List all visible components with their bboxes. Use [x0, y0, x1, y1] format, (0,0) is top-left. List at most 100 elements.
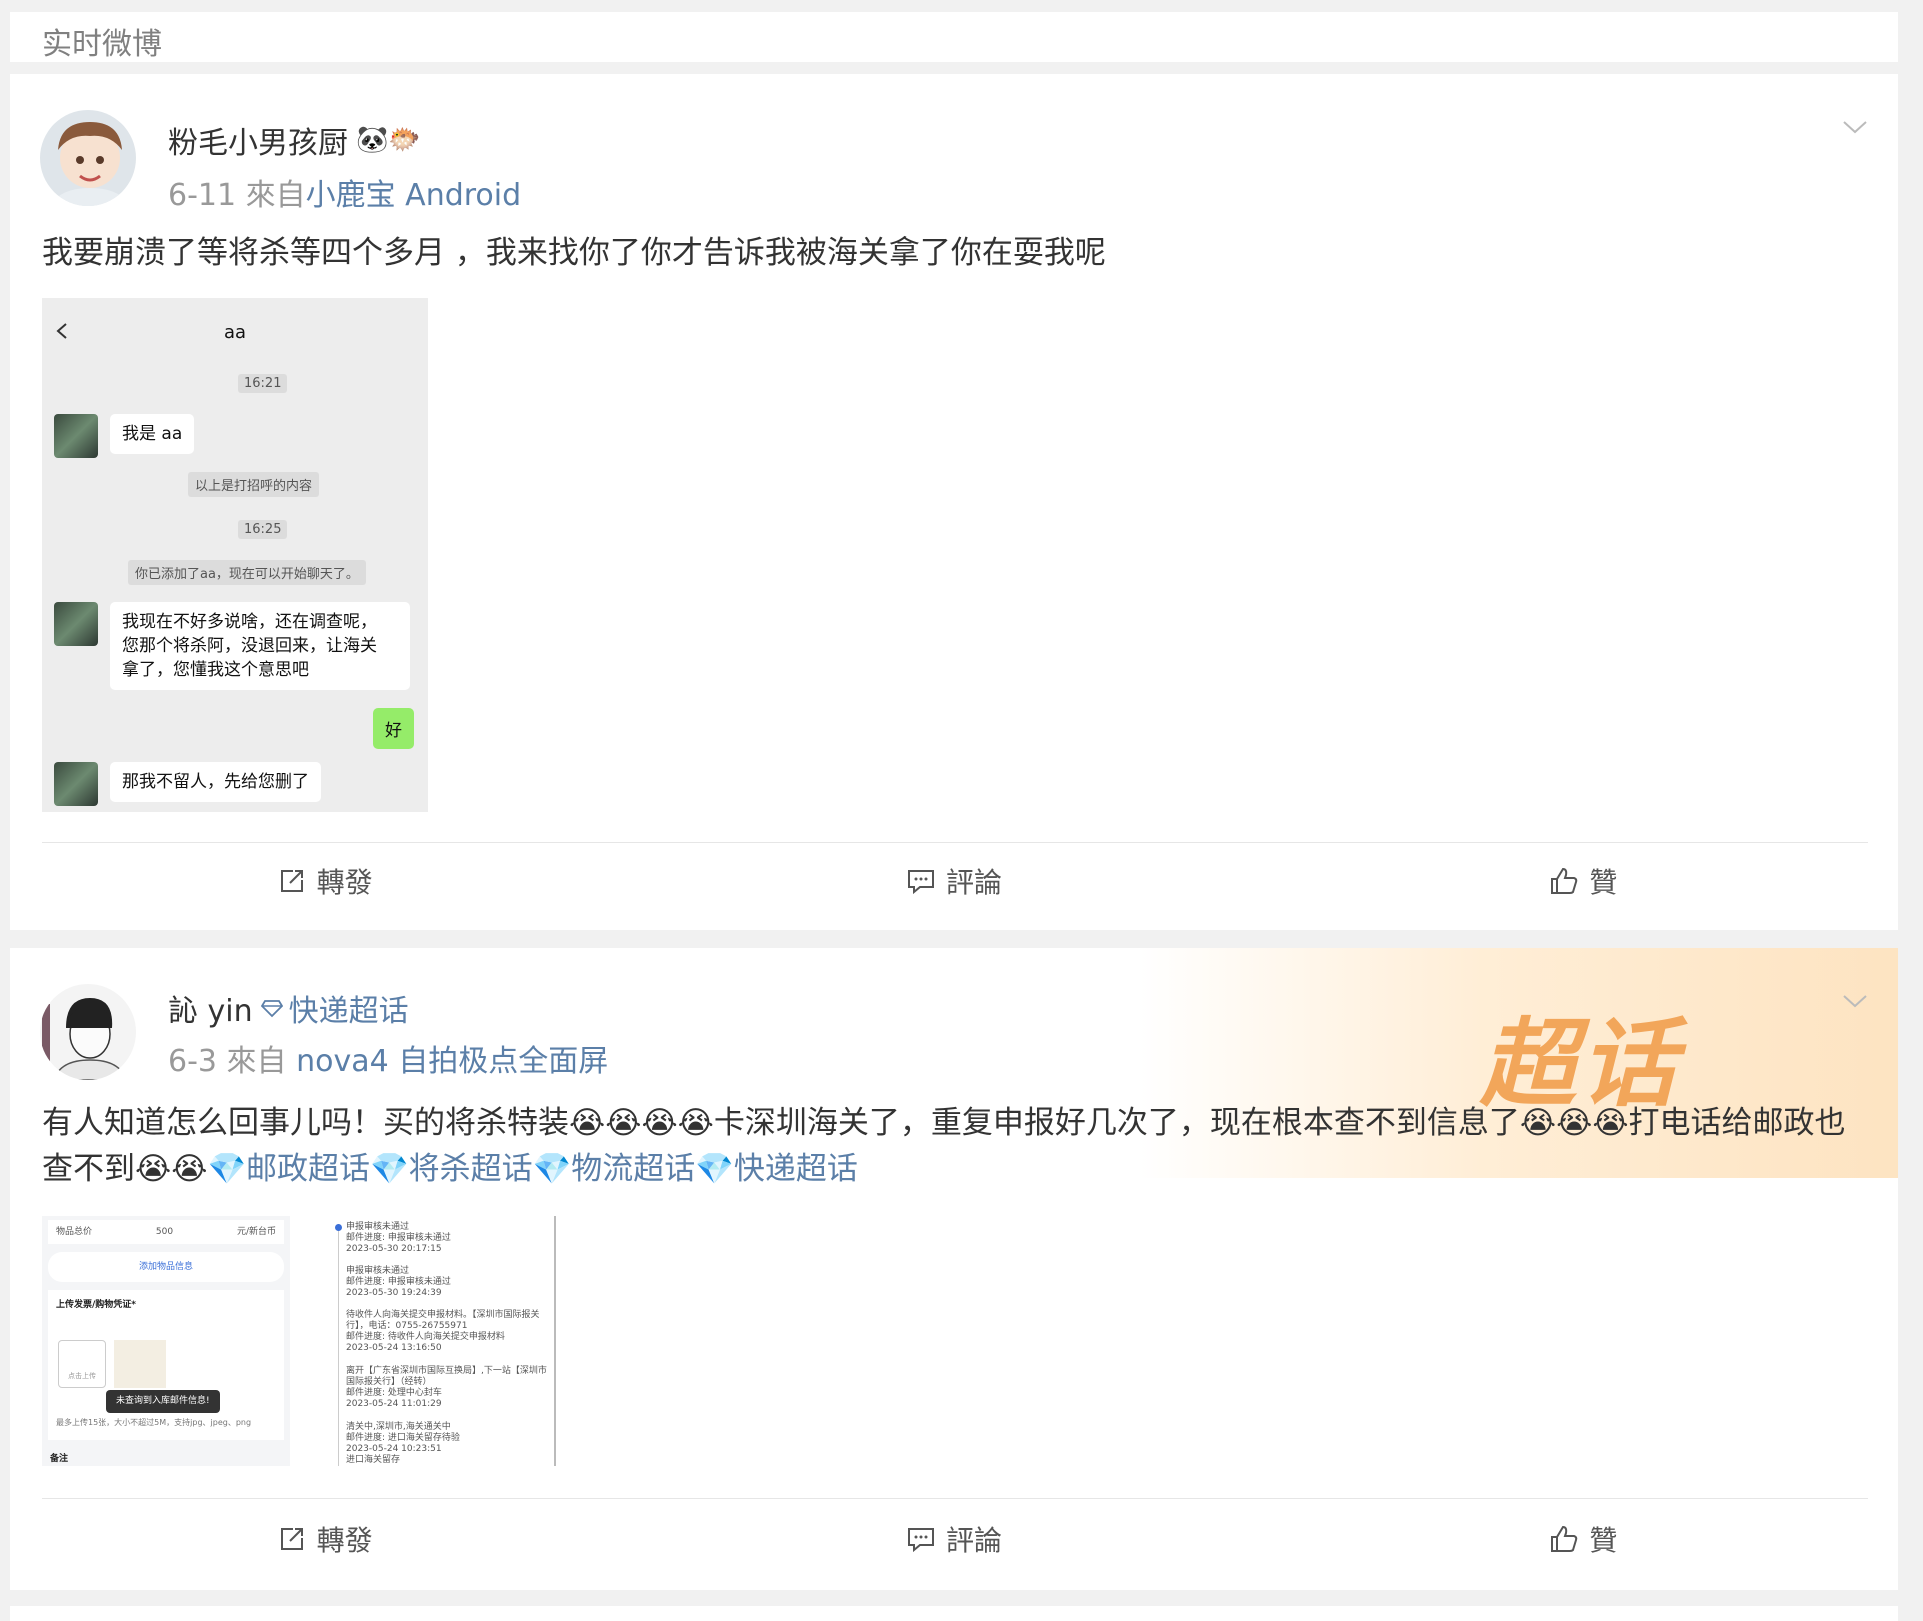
timeline-line: [338, 1224, 339, 1466]
upload-box: 点击上传: [58, 1340, 106, 1388]
post-card: 粉毛小男孩厨 🐼🐡 6-11 來自小鹿宝 Android 我要崩溃了等将杀等四个…: [10, 74, 1898, 930]
entry-time: 2023-05-30 19:24:39: [346, 1288, 442, 1298]
entry-title: 申报审核未通过: [346, 1266, 410, 1276]
entry-title: 进口海关留存: [346, 1455, 401, 1465]
comment-label: 評論: [945, 866, 1002, 899]
avatar[interactable]: [40, 984, 136, 1080]
chat-bubble: 我是 aa: [110, 414, 195, 454]
comment-icon: [907, 1528, 934, 1553]
entry-status: 邮件进度: 处理中心封车: [346, 1388, 442, 1398]
form-value: 500: [155, 1226, 174, 1237]
entry-time: 2023-05-24 13:16:50: [346, 1343, 442, 1353]
post-image[interactable]: 申报审核未通过 邮件进度: 申报审核未通过 2023-05-30 20:17:1…: [330, 1216, 556, 1466]
comment-label: 評論: [945, 1524, 1002, 1557]
timeline-entry: 申报审核未通过 邮件进度: 申报审核未通过 2023-05-30 20:17:1…: [346, 1222, 550, 1255]
chevron-down-icon[interactable]: [1842, 988, 1868, 1014]
super-topic-link[interactable]: 快递超话: [260, 986, 409, 1030]
upload-limit: 最多上传15张，大小不超过5M，支持jpg、jpeg、png: [56, 1418, 252, 1427]
chat-line: 我现在不好多说啥，还在调查呢，: [122, 612, 377, 632]
chat-line: 您那个将杀阿，没退回来，让海关: [122, 636, 377, 656]
post-source[interactable]: nova4 自拍极点全面屏: [296, 1044, 608, 1079]
form-row: 物品总价 500 元/新台币: [48, 1220, 284, 1244]
timestamp: 16:21: [238, 374, 288, 393]
post-meta: 6-11 來自小鹿宝 Android: [168, 170, 521, 214]
timestamp: 16:25: [238, 520, 288, 539]
topic-tags[interactable]: 💎邮政超话💎将杀超话💎物流超话💎快递超话: [207, 1151, 857, 1187]
action-bar: 轉發 評論 贊: [10, 1504, 1898, 1574]
post-text: 我要崩溃了等将杀等四个多月 ，我来找你了你才告诉我被海关拿了你在耍我呢: [42, 235, 1106, 271]
upload-label: 上传发票/购物凭证*: [56, 1300, 136, 1310]
post-meta: 6-3 來自 nova4 自拍极点全面屏: [168, 1036, 608, 1080]
post-card: 超话 訫 yin 快递超话 6-3 來自 nova4 自拍极点全面屏 有人知道怎…: [10, 948, 1898, 1590]
comment-button[interactable]: 評論: [639, 846, 1268, 916]
entry-time: 2023-05-24 10:23:51: [346, 1444, 442, 1454]
username[interactable]: 訫 yin: [168, 986, 253, 1030]
like-button[interactable]: 贊: [1269, 1504, 1898, 1574]
entry-title: 待收件人向海关提交申报材料。【深圳市国际报关行】，电话：0755-2675597…: [346, 1310, 540, 1331]
chat-reply-bubble: 好: [373, 708, 414, 749]
entry-time: 2023-05-30 20:17:15: [346, 1244, 442, 1254]
post-text: 有人知道怎么回事儿吗！买的将杀特装😭😭😭😭卡深圳海关了，重复申报好几次了，现在根…: [42, 1100, 1858, 1192]
entry-status: 邮件进度: 申报审核未通过: [346, 1277, 451, 1287]
repost-button[interactable]: 轉發: [10, 846, 639, 916]
chat-avatar: [54, 762, 98, 806]
like-button[interactable]: 贊: [1269, 846, 1898, 916]
action-bar: 轉發 評論 贊: [10, 846, 1898, 916]
section-header: 实时微博: [10, 12, 1898, 62]
post-date: 6-3: [168, 1044, 217, 1079]
like-label: 贊: [1589, 866, 1618, 899]
entry-title: 申报审核未通过: [346, 1222, 410, 1232]
chat-title: aa: [223, 322, 247, 343]
username[interactable]: 粉毛小男孩厨: [168, 118, 348, 162]
like-label: 贊: [1589, 1524, 1618, 1557]
username-line: 粉毛小男孩厨 🐼🐡: [168, 118, 421, 162]
comment-button[interactable]: 評論: [639, 1504, 1268, 1574]
note-label: 备注: [50, 1454, 69, 1464]
upload-panel: 上传发票/购物凭证* 点击上传 未查询到入库邮件信息! 最多上传15张，大小不超…: [48, 1290, 284, 1440]
chat-avatar: [54, 414, 98, 458]
repost-icon: [280, 1528, 303, 1550]
divider: [42, 1498, 1868, 1499]
timeline-entry: 申报审核未通过 邮件进度: 申报审核未通过 2023-05-30 19:24:3…: [346, 1266, 550, 1299]
divider: [42, 842, 1868, 843]
thumbs-up-icon: [1551, 867, 1578, 894]
entry-time: 2023-05-24 11:01:29: [346, 1399, 442, 1409]
emoji-badges: 🐼🐡: [356, 125, 421, 155]
chat-bubble: 我现在不好多说啥，还在调查呢， 您那个将杀阿，没退回来，让海关 拿了，您懂我这个…: [110, 602, 410, 690]
repost-label: 轉發: [316, 866, 373, 899]
timeline-entry: 离开【广东省深圳市国际互换局】,下一站【深圳市国际报关行】（经转） 邮件进度: …: [346, 1366, 550, 1410]
super-topic-label: 快递超话: [288, 994, 409, 1029]
entry-title: 离开【广东省深圳市国际互换局】,下一站【深圳市国际报关行】（经转）: [346, 1366, 547, 1387]
toast: 未查询到入库邮件信息!: [106, 1390, 220, 1413]
chat-bubble: 那我不留人，先给您删了: [110, 762, 321, 802]
system-message: 你已添加了aa，现在可以开始聊天了。: [128, 560, 366, 585]
receipt-thumbnail: [114, 1340, 166, 1388]
entry-status: 邮件进度: 申报审核未通过: [346, 1233, 451, 1243]
add-item-button: 添加物品信息: [48, 1252, 284, 1282]
repost-label: 轉發: [316, 1524, 373, 1557]
upload-hint: 点击上传: [68, 1372, 96, 1380]
chevron-down-icon[interactable]: [1842, 114, 1868, 140]
post-image[interactable]: 物品总价 500 元/新台币 添加物品信息 上传发票/购物凭证* 点击上传 未查…: [42, 1216, 290, 1466]
post-image[interactable]: aa 16:21 我是 aa 以上是打招呼的内容 16:25 你已添加了aa，现…: [42, 298, 428, 812]
username-line: 訫 yin 快递超话: [168, 986, 409, 1030]
repost-button[interactable]: 轉發: [10, 1504, 639, 1574]
timeline-dot: [335, 1224, 342, 1231]
thumbs-up-icon: [1551, 1525, 1578, 1552]
post-card: [10, 1606, 1898, 1621]
comment-icon: [907, 870, 934, 895]
avatar[interactable]: [40, 110, 136, 206]
from-label: 來自: [245, 178, 306, 213]
chat-line: 拿了，您懂我这个意思吧: [122, 660, 309, 680]
post-date: 6-11: [168, 178, 237, 213]
post-source[interactable]: 小鹿宝 Android: [306, 178, 522, 213]
entry-title: 清关中,深圳市,海关通关中: [346, 1422, 451, 1432]
form-currency: 元/新台币: [236, 1226, 276, 1237]
from-label: 來自: [226, 1044, 287, 1079]
entry-status: 邮件进度: 待收件人向海关提交申报材料: [346, 1332, 505, 1342]
entry-status: 邮件进度: 进口海关留存待验: [346, 1433, 460, 1443]
system-message: 以上是打招呼的内容: [188, 472, 320, 497]
timeline-entry: 清关中,深圳市,海关通关中 邮件进度: 进口海关留存待验 2023-05-24 …: [346, 1422, 550, 1466]
diamond-icon: [260, 1000, 283, 1018]
repost-icon: [280, 870, 303, 892]
